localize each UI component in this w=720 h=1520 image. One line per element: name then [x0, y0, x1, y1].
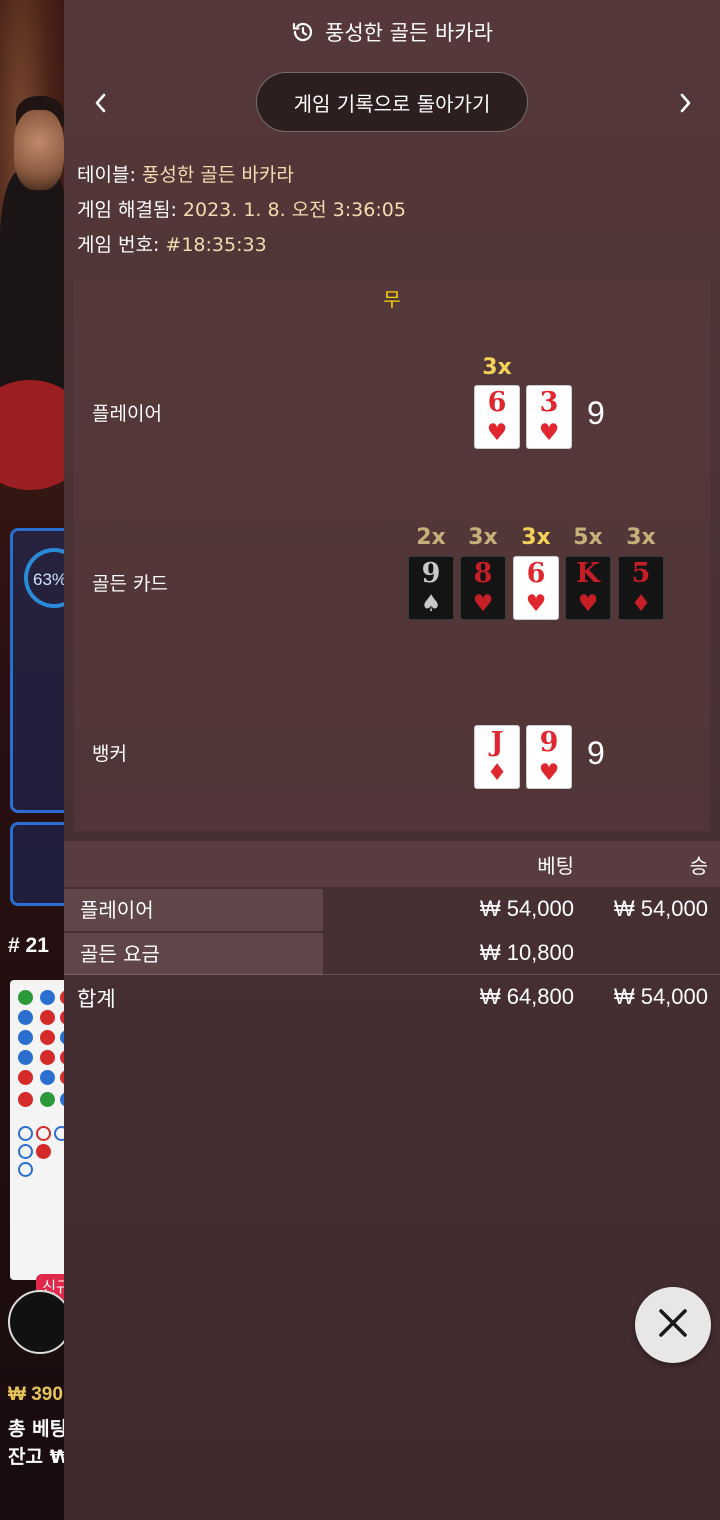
banker-row-label: 뱅커	[92, 743, 127, 765]
result-board: 무 플레이어 3x 6 ♥ 3 ♥ 9 골든 카드 2x 3x 3x 5x 3x…	[74, 279, 710, 831]
card-suit: ♥	[538, 760, 560, 786]
golden-card-1: 9 ♠	[408, 556, 454, 620]
player-multiplier: 3x	[482, 355, 512, 380]
chip-button[interactable]	[8, 1290, 72, 1354]
card-rank: 9	[539, 727, 559, 758]
history-icon	[291, 20, 315, 44]
info-table-value: 풍성한 골든 바카라	[141, 164, 294, 186]
stat-percent: 63%	[33, 570, 68, 589]
golden-multiplier-1: 2x	[416, 525, 446, 550]
panel-title: 풍성한 골든 바카라	[325, 21, 493, 45]
dealer-figure	[0, 170, 70, 400]
round-number: # 21	[8, 934, 49, 957]
win-column-header: 승	[689, 854, 708, 878]
total-row: 합계 ₩ 64,800 ₩ 54,000	[64, 974, 720, 1018]
banker-card-2: 9 ♥	[526, 725, 572, 789]
player-score: 9	[587, 395, 605, 431]
back-to-history-button[interactable]: 게임 기록으로 돌아가기	[256, 72, 528, 132]
golden-card-2: 8 ♥	[460, 556, 506, 620]
chevron-left-icon[interactable]	[82, 84, 120, 122]
close-icon	[656, 1306, 690, 1344]
close-button[interactable]	[635, 1287, 711, 1363]
card-rank: 5	[631, 558, 651, 589]
info-table-label: 테이블:	[77, 164, 136, 186]
card-suit: ♠	[420, 591, 442, 617]
golden-multiplier-5: 3x	[626, 525, 656, 550]
table-row: 플레이어 ₩ 54,000 ₩ 54,000	[64, 889, 720, 931]
banker-score: 9	[587, 735, 605, 771]
card-suit: ♦	[630, 591, 652, 617]
game-history-panel: 풍성한 골든 바카라 게임 기록으로 돌아가기 테이블: 풍성한 골든 바카라 …	[64, 0, 720, 1520]
panel-header: 풍성한 골든 바카라	[64, 0, 720, 64]
info-resolved: 게임 해결됨: 2023. 1. 8. 오전 3:36:05	[77, 195, 406, 222]
info-resolved-value: 2023. 1. 8. 오전 3:36:05	[182, 199, 406, 221]
card-suit: ♥	[525, 591, 547, 617]
golden-multiplier-3: 3x	[521, 525, 551, 550]
golden-multiplier-4: 5x	[573, 525, 603, 550]
card-rank: 8	[473, 558, 493, 589]
info-resolved-label: 게임 해결됨:	[77, 199, 177, 221]
bet-amount: ₩ 54,000	[479, 896, 574, 921]
info-game-number-value: #18:35:33	[165, 234, 267, 256]
win-amount: ₩ 54,000	[613, 896, 708, 921]
total-label: 합계	[77, 987, 116, 1011]
golden-card-4: K ♥	[565, 556, 611, 620]
card-suit: ♥	[472, 591, 494, 617]
banker-card-1: J ♦	[474, 725, 520, 789]
player-row-label: 플레이어	[92, 403, 162, 425]
dealer-head	[14, 110, 64, 190]
info-table: 테이블: 풍성한 골든 바카라	[77, 160, 294, 187]
total-bet-amount: ₩ 64,800	[479, 984, 574, 1009]
card-suit: ♥	[577, 591, 599, 617]
golden-card-5: 5 ♦	[618, 556, 664, 620]
golden-card-3: 6 ♥	[513, 556, 559, 620]
chevron-right-icon[interactable]	[666, 84, 704, 122]
card-rank: 6	[526, 558, 546, 589]
bet-column-header: 베팅	[537, 854, 574, 878]
bet-type-label: 플레이어	[64, 889, 323, 931]
card-suit: ♥	[538, 420, 560, 446]
player-card-2: 3 ♥	[526, 385, 572, 449]
player-card-1: 6 ♥	[474, 385, 520, 449]
card-rank: 6	[487, 387, 507, 418]
info-game-number-label: 게임 번호:	[77, 234, 160, 256]
bets-table-header: 베팅 승	[64, 841, 720, 887]
card-rank: 3	[539, 387, 559, 418]
card-rank: 9	[421, 558, 441, 589]
golden-multiplier-2: 3x	[468, 525, 498, 550]
total-win-amount: ₩ 54,000	[613, 984, 708, 1009]
card-suit: ♥	[486, 420, 508, 446]
info-game-number: 게임 번호: #18:35:33	[77, 230, 267, 257]
bet-type-label: 골든 요금	[64, 933, 323, 975]
history-navigation: 게임 기록으로 돌아가기	[64, 70, 720, 136]
outcome-label: 무	[383, 289, 401, 311]
bet-amount: ₩ 10,800	[479, 940, 574, 965]
card-suit: ♦	[486, 760, 508, 786]
card-rank: J	[490, 727, 504, 758]
card-rank: K	[576, 558, 600, 589]
table-row: 골든 요금 ₩ 10,800	[64, 933, 720, 975]
golden-row-label: 골든 카드	[92, 573, 168, 595]
